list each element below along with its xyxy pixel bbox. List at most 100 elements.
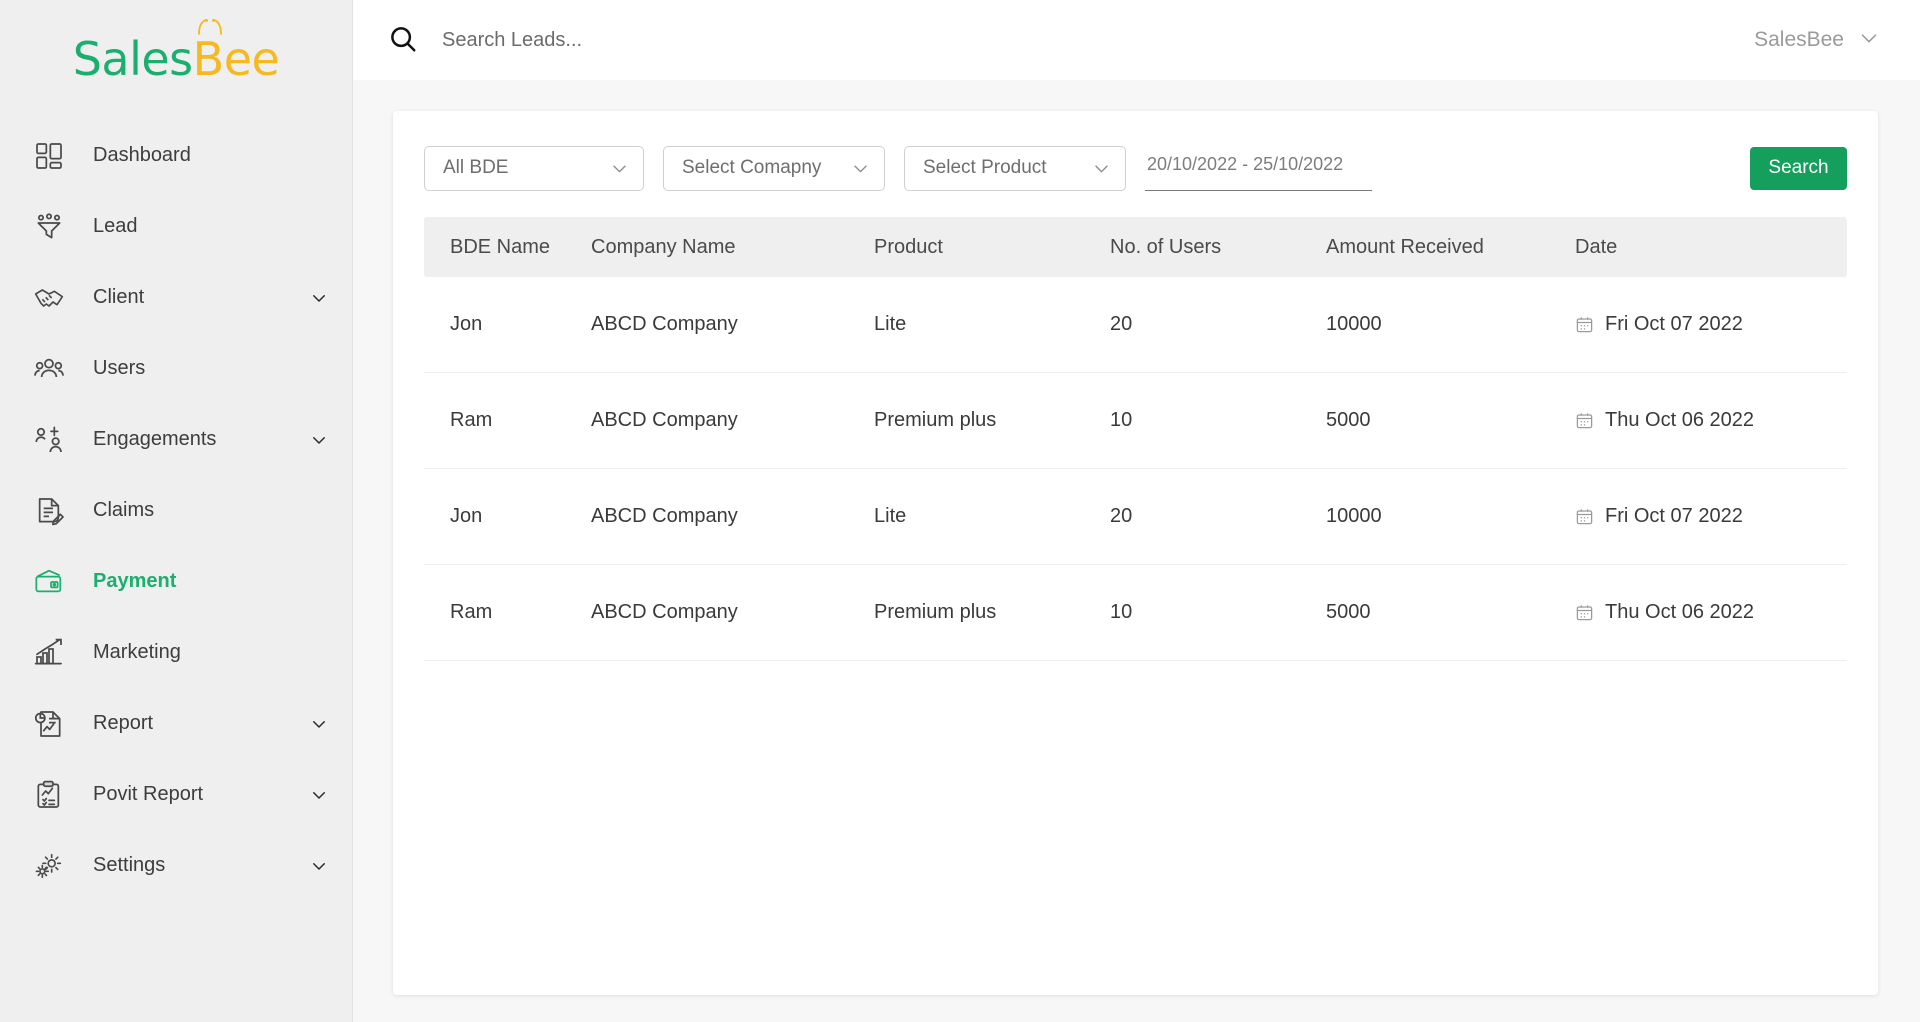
chevron-down-icon[interactable]: [610, 159, 629, 178]
sidebar-item-payment[interactable]: Payment: [0, 546, 352, 617]
cell-no-of-users: 10: [1110, 601, 1133, 623]
column-header-company-name: Company Name: [591, 235, 736, 258]
product-filter-select[interactable]: Select Product: [904, 145, 1126, 191]
sidebar-item-label: Payment: [93, 570, 177, 592]
sidebar-item-label: Report: [93, 712, 154, 734]
user-name: SalesBee: [1754, 28, 1844, 51]
sidebar-item-dashboard[interactable]: Dashboard: [0, 120, 352, 191]
chevron-down-icon[interactable]: [851, 159, 870, 178]
sidebar-item-label: Settings: [93, 854, 166, 876]
payments-table: BDE Name Company Name Product No. of Use…: [424, 217, 1847, 661]
payment-card: All BDE Select Comapny Select Product 20…: [393, 111, 1878, 995]
table-row[interactable]: Ram ABCD Company Premium plus 10 5000 Th…: [424, 565, 1847, 661]
product-filter-value: Select Product: [923, 157, 1047, 178]
cell-date-text: Thu Oct 06 2022: [1605, 409, 1754, 431]
sidebar-item-povit-report[interactable]: Povit Report: [0, 759, 352, 830]
cell-no-of-users: 20: [1110, 505, 1133, 527]
cell-company-name: ABCD Company: [591, 313, 738, 335]
column-header-no-of-users: No. of Users: [1110, 235, 1222, 258]
cell-amount-received: 5000: [1326, 409, 1371, 431]
main-area: SalesBee All BDE Select Comapny: [353, 0, 1920, 1022]
brand-logo-ee: ee: [223, 32, 280, 86]
users-icon: [33, 352, 71, 386]
chevron-down-icon[interactable]: [1858, 27, 1880, 54]
cell-date-text: Fri Oct 07 2022: [1605, 505, 1743, 527]
chevron-down-icon[interactable]: [1092, 159, 1111, 178]
funnel-icon: [33, 210, 71, 244]
sidebar: Sales Bee Dashboard Lead Client Users En…: [0, 0, 353, 1022]
handshake-icon: [33, 281, 71, 315]
column-header-date: Date: [1575, 235, 1618, 258]
cell-product: Lite: [874, 505, 907, 527]
cell-date-text: Fri Oct 07 2022: [1605, 313, 1743, 335]
sidebar-item-users[interactable]: Users: [0, 333, 352, 404]
cell-product: Premium plus: [874, 601, 997, 623]
bde-filter-value: All BDE: [443, 157, 509, 178]
sidebar-item-label: Povit Report: [93, 783, 204, 805]
cell-date: Fri Oct 07 2022: [1569, 505, 1847, 528]
cell-date: Thu Oct 06 2022: [1569, 601, 1847, 624]
table-row[interactable]: Jon ABCD Company Lite 20 10000 Fri Oct 0…: [424, 469, 1847, 565]
app-root: Sales Bee Dashboard Lead Client Users En…: [0, 0, 1920, 1022]
gear-icon: [33, 849, 71, 883]
cell-company-name: ABCD Company: [591, 505, 738, 527]
sidebar-item-client[interactable]: Client: [0, 262, 352, 333]
table-header-row: BDE Name Company Name Product No. of Use…: [424, 217, 1847, 277]
cell-date-text: Thu Oct 06 2022: [1605, 601, 1754, 623]
cell-amount-received: 5000: [1326, 601, 1371, 623]
chevron-down-icon[interactable]: [310, 431, 328, 449]
search-icon: [388, 24, 420, 56]
global-search[interactable]: [388, 24, 1754, 56]
search-button[interactable]: Search: [1750, 146, 1847, 190]
cell-bde-name: Jon: [450, 505, 483, 527]
table-row[interactable]: Ram ABCD Company Premium plus 10 5000 Th…: [424, 373, 1847, 469]
cell-product: Premium plus: [874, 409, 997, 431]
sidebar-item-report[interactable]: Report: [0, 688, 352, 759]
bde-filter-select[interactable]: All BDE: [424, 145, 644, 191]
cell-company-name: ABCD Company: [591, 409, 738, 431]
brand-logo-text: Sales Bee: [72, 19, 280, 86]
content-area: All BDE Select Comapny Select Product 20…: [353, 80, 1920, 1022]
cell-date: Thu Oct 06 2022: [1569, 409, 1847, 432]
cell-no-of-users: 10: [1110, 409, 1133, 431]
cell-amount-received: 10000: [1326, 313, 1382, 335]
company-filter-value: Select Comapny: [682, 157, 822, 178]
clipboard-icon: [33, 778, 71, 812]
column-header-product: Product: [874, 235, 943, 258]
brand-logo[interactable]: Sales Bee: [0, 0, 352, 118]
filter-bar: All BDE Select Comapny Select Product 20…: [424, 139, 1847, 197]
sidebar-item-label: Client: [93, 286, 145, 308]
chevron-down-icon[interactable]: [310, 857, 328, 875]
date-range-input[interactable]: [1145, 145, 1372, 191]
company-filter-select[interactable]: Select Comapny: [663, 145, 885, 191]
cell-bde-name: Ram: [450, 601, 493, 623]
sidebar-item-engagements[interactable]: Engagements: [0, 404, 352, 475]
calendar-icon: [1575, 507, 1594, 526]
cell-date: Fri Oct 07 2022: [1569, 313, 1847, 336]
sidebar-item-lead[interactable]: Lead: [0, 191, 352, 262]
table-row[interactable]: Jon ABCD Company Lite 20 10000 Fri Oct 0…: [424, 277, 1847, 373]
sidebar-item-claims[interactable]: Claims: [0, 475, 352, 546]
sidebar-item-settings[interactable]: Settings: [0, 830, 352, 901]
cell-no-of-users: 20: [1110, 313, 1133, 335]
calendar-icon: [1575, 603, 1594, 622]
chart-up-icon: [33, 636, 71, 670]
sidebar-item-label: Dashboard: [93, 144, 191, 166]
chevron-down-icon[interactable]: [310, 715, 328, 733]
brand-logo-sales: Sales: [72, 32, 193, 86]
wallet-icon: [33, 565, 71, 599]
sidebar-item-marketing[interactable]: Marketing: [0, 617, 352, 688]
dashboard-icon: [33, 139, 71, 173]
report-icon: [33, 707, 71, 741]
topbar: SalesBee: [353, 0, 1920, 80]
cell-bde-name: Jon: [450, 313, 483, 335]
chevron-down-icon[interactable]: [310, 786, 328, 804]
chevron-down-icon[interactable]: [310, 289, 328, 307]
search-input[interactable]: [442, 24, 962, 56]
user-menu[interactable]: SalesBee: [1754, 27, 1880, 54]
cell-product: Lite: [874, 313, 907, 335]
sidebar-item-label: Lead: [93, 215, 138, 237]
sidebar-item-label: Claims: [93, 499, 155, 521]
column-header-bde-name: BDE Name: [450, 235, 551, 258]
column-header-amount-received: Amount Received: [1326, 235, 1484, 258]
